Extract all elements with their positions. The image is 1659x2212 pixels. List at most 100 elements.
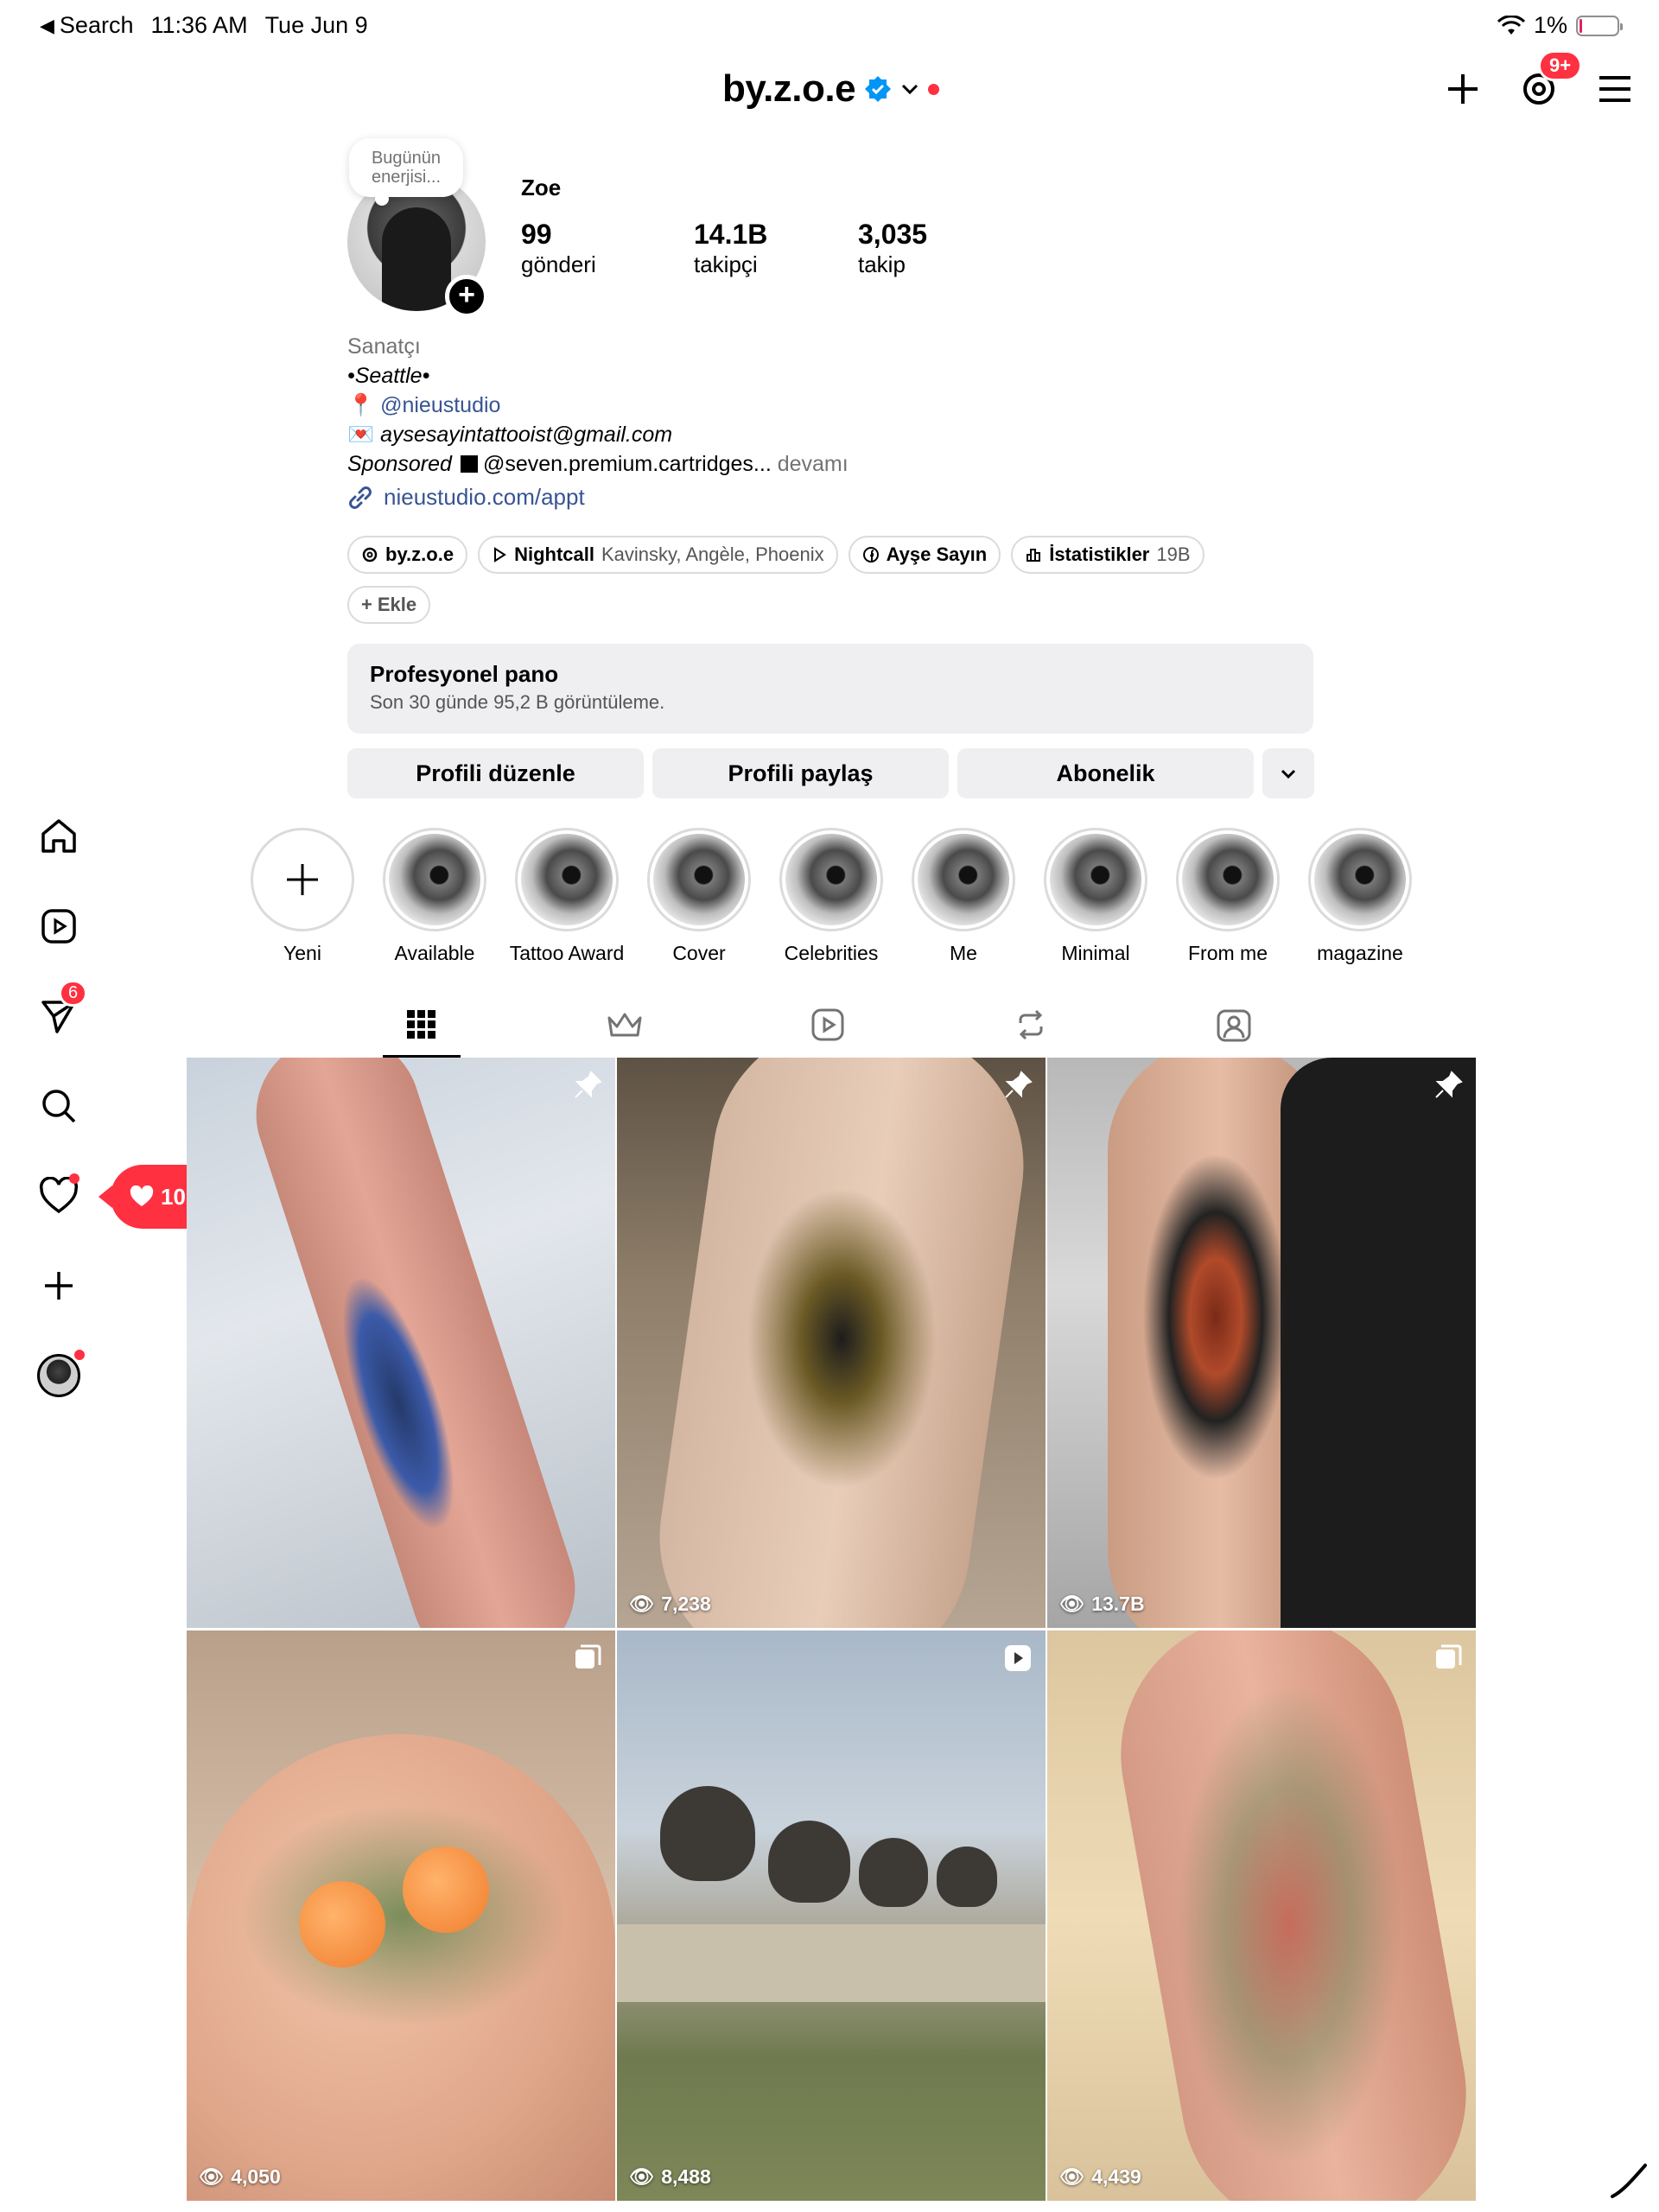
account-switcher[interactable]: by.z.o.e bbox=[722, 67, 940, 111]
bio-more-link[interactable]: devamı bbox=[778, 452, 849, 476]
highlight-cover bbox=[918, 834, 1009, 925]
activity-dot bbox=[69, 1173, 79, 1184]
nav-reels[interactable] bbox=[35, 902, 83, 950]
facebook-chip-label: Ayşe Sayın bbox=[886, 543, 988, 565]
reel-icon bbox=[1005, 1645, 1031, 1671]
menu-icon[interactable] bbox=[1593, 67, 1637, 111]
highlight-item[interactable]: Minimal bbox=[1044, 828, 1147, 965]
reels-icon bbox=[811, 1008, 844, 1041]
post-thumbnail[interactable]: 👁 4,439 bbox=[1047, 1630, 1476, 2201]
nav-activity[interactable] bbox=[35, 1172, 83, 1220]
stat-posts-count: 99 bbox=[521, 219, 552, 250]
facebook-chip[interactable]: Ayşe Sayın bbox=[848, 536, 1001, 574]
tab-grid[interactable] bbox=[383, 992, 461, 1058]
highlight-new-ring bbox=[251, 828, 354, 931]
tab-tagged[interactable] bbox=[1195, 992, 1273, 1058]
pin-icon bbox=[1005, 1071, 1033, 1098]
stat-posts[interactable]: 99 gönderi bbox=[521, 218, 694, 278]
highlight-new[interactable]: Yeni bbox=[251, 828, 354, 965]
profile-note[interactable]: Bugünün enerjisi... bbox=[349, 138, 463, 206]
pencil-stroke-icon bbox=[1611, 2164, 1647, 2198]
nav-profile[interactable] bbox=[35, 1350, 85, 1400]
post-thumbnail[interactable]: 👁 7,238 bbox=[617, 1058, 1046, 1628]
music-chip[interactable]: Nightcall Kavinsky, Angèle, Phoenix bbox=[478, 536, 838, 574]
edit-profile-button[interactable]: Profili düzenle bbox=[347, 748, 644, 798]
professional-dashboard[interactable]: Profesyonel pano Son 30 günde 95,2 B gör… bbox=[347, 644, 1313, 734]
highlight-label: Minimal bbox=[1061, 942, 1130, 964]
highlight-cover bbox=[785, 834, 877, 925]
stat-followers[interactable]: 14.1B takipçi bbox=[694, 218, 858, 278]
post-thumbnail[interactable]: 👁 8,488 bbox=[617, 1630, 1046, 2201]
status-bar: ◀ Search 11:36 AM Tue Jun 9 1% bbox=[0, 0, 1659, 50]
threads-chip[interactable]: by.z.o.e bbox=[347, 536, 468, 574]
bio-email: aysesayintattooist@gmail.com bbox=[380, 423, 673, 447]
plus-icon bbox=[45, 1272, 73, 1300]
subscription-button[interactable]: Abonelik bbox=[957, 748, 1254, 798]
highlight-item[interactable]: Me bbox=[912, 828, 1015, 965]
highlight-item[interactable]: Tattoo Award bbox=[510, 828, 624, 965]
create-plus-icon[interactable] bbox=[1441, 67, 1484, 111]
nav-messages[interactable]: 6 bbox=[35, 980, 88, 1040]
stat-followers-label: takipçi bbox=[694, 251, 758, 277]
highlight-item[interactable]: From me bbox=[1176, 828, 1280, 965]
profile-header: by.z.o.e 9+ bbox=[0, 50, 1659, 121]
view-count-value: 4,050 bbox=[231, 2165, 281, 2188]
eye-icon: 👁 bbox=[199, 2165, 225, 2188]
highlight-item[interactable]: Available bbox=[383, 828, 486, 965]
back-arrow-icon[interactable]: ◀ bbox=[40, 15, 54, 37]
highlight-item[interactable]: Celebrities bbox=[779, 828, 883, 965]
website-link[interactable]: nieustudio.com/appt bbox=[347, 484, 585, 511]
bio-sponsored-handle[interactable]: @seven.premium.cartridges... bbox=[483, 452, 772, 476]
tab-reels[interactable] bbox=[789, 992, 867, 1058]
add-chip-button[interactable]: + Ekle bbox=[347, 586, 431, 624]
highlight-item[interactable]: magazine bbox=[1308, 828, 1412, 965]
add-chip-label: Ekle bbox=[377, 594, 417, 615]
profile-avatar-icon bbox=[37, 1354, 80, 1397]
nav-search[interactable] bbox=[35, 1082, 83, 1130]
highlight-label: Celebrities bbox=[784, 942, 879, 964]
eye-icon: 👁 bbox=[1059, 1592, 1085, 1615]
view-count: 👁 8,488 bbox=[629, 2165, 711, 2189]
profile-stats: 99 gönderi 14.1B takipçi 3,035 takip bbox=[521, 218, 1031, 278]
view-count-value: 7,238 bbox=[661, 1592, 711, 1615]
bio-mention-link[interactable]: @nieustudio bbox=[380, 393, 500, 417]
view-count: 👁 7,238 bbox=[629, 1592, 711, 1616]
nav-home[interactable] bbox=[35, 812, 83, 861]
stat-following[interactable]: 3,035 takip bbox=[858, 218, 1031, 278]
share-profile-button[interactable]: Profili paylaş bbox=[652, 748, 949, 798]
insights-chip[interactable]: İstatistikler 19B bbox=[1011, 536, 1205, 574]
highlight-label: Available bbox=[394, 942, 475, 964]
pin-icon bbox=[1435, 1071, 1463, 1098]
add-story-button[interactable]: + bbox=[445, 275, 488, 318]
back-to-search[interactable]: Search bbox=[60, 12, 134, 39]
post-thumbnail[interactable] bbox=[187, 1058, 615, 1628]
wifi-icon bbox=[1497, 15, 1525, 35]
post-thumbnail[interactable]: 👁 13.7B bbox=[1047, 1058, 1476, 1628]
pin-icon: 📍 bbox=[347, 393, 375, 417]
highlight-item[interactable]: Cover bbox=[647, 828, 751, 965]
suggestions-toggle-button[interactable] bbox=[1262, 748, 1314, 798]
bio-location: •Seattle• bbox=[347, 364, 430, 388]
tab-reposts[interactable] bbox=[992, 992, 1070, 1058]
likes-count: 10 bbox=[130, 1184, 186, 1211]
highlight-cover bbox=[521, 834, 613, 925]
stat-following-label: takip bbox=[858, 251, 906, 277]
pin-icon bbox=[575, 1071, 602, 1098]
heart-icon bbox=[130, 1185, 154, 1206]
highlight-cover bbox=[653, 834, 745, 925]
username[interactable]: by.z.o.e bbox=[722, 67, 856, 111]
nav-create[interactable] bbox=[35, 1262, 83, 1310]
status-date: Tue Jun 9 bbox=[264, 12, 368, 38]
threads-button[interactable]: 9+ bbox=[1517, 50, 1583, 111]
plus-icon: + bbox=[361, 594, 372, 615]
chevron-down-icon[interactable] bbox=[900, 79, 919, 99]
highlight-cover bbox=[1050, 834, 1141, 925]
tab-subscriptions[interactable] bbox=[586, 992, 664, 1058]
verified-badge-icon bbox=[865, 76, 892, 102]
profile-chips: by.z.o.e Nightcall Kavinsky, Angèle, Pho… bbox=[347, 536, 1205, 574]
post-thumbnail[interactable]: 👁 4,050 bbox=[187, 1630, 615, 2201]
stat-followers-count: 14.1B bbox=[694, 219, 768, 250]
professional-dashboard-subtitle: Son 30 günde 95,2 B görüntüleme. bbox=[370, 691, 665, 713]
tagged-person-icon bbox=[1217, 1009, 1251, 1042]
black-square-icon bbox=[460, 455, 478, 473]
